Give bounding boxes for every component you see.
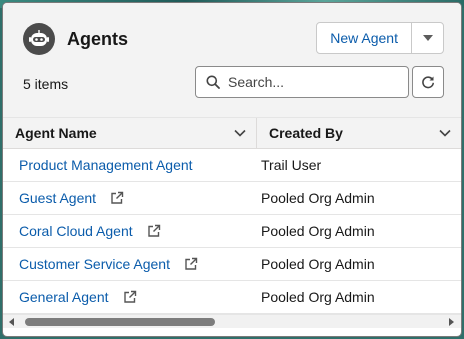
new-agent-button-group: New Agent (316, 22, 444, 54)
column-label: Agent Name (15, 125, 97, 141)
column-header-agent-name[interactable]: Agent Name (3, 118, 257, 148)
agent-name-cell: Coral Cloud Agent (3, 223, 257, 239)
agent-link[interactable]: Coral Cloud Agent (19, 223, 133, 239)
table-row: Product Management Agent Trail User (3, 149, 461, 182)
card-header: Agents 5 items New Agent (3, 3, 461, 121)
agents-table: Agent Name Created By Product Management… (3, 117, 461, 314)
external-link-icon[interactable] (147, 224, 161, 238)
agent-link[interactable]: Customer Service Agent (19, 256, 170, 272)
created-by-cell: Pooled Org Admin (261, 223, 375, 239)
agent-link[interactable]: Guest Agent (19, 190, 96, 206)
table-header: Agent Name Created By (3, 117, 461, 149)
external-link-icon[interactable] (123, 290, 137, 304)
scroll-left-arrow-icon[interactable] (9, 318, 14, 326)
agent-name-cell: Guest Agent (3, 190, 257, 206)
search-icon (206, 75, 220, 89)
table-row: Guest Agent Pooled Org Admin (3, 182, 461, 215)
refresh-icon (422, 76, 434, 89)
table-row: General Agent Pooled Org Admin (3, 281, 461, 314)
column-header-created-by[interactable]: Created By (257, 118, 461, 148)
created-by-cell: Pooled Org Admin (261, 190, 375, 206)
created-by-cell: Pooled Org Admin (261, 289, 375, 305)
scroll-right-arrow-icon[interactable] (449, 318, 454, 326)
refresh-button[interactable] (412, 66, 444, 98)
created-by-cell: Pooled Org Admin (261, 256, 375, 272)
table-row: Customer Service Agent Pooled Org Admin (3, 248, 461, 281)
search-input[interactable] (228, 74, 398, 90)
agent-link[interactable]: General Agent (19, 289, 109, 305)
item-count: 5 items (23, 76, 69, 92)
agents-card: Agents 5 items New Agent Search... Agent… (2, 2, 462, 337)
agent-link[interactable]: Product Management Agent (19, 157, 193, 173)
external-link-icon[interactable] (110, 191, 124, 205)
more-actions-button[interactable] (412, 23, 443, 53)
agent-name-cell: Customer Service Agent (3, 256, 257, 272)
page-title: Agents (67, 29, 129, 49)
agent-name-cell: General Agent (3, 289, 257, 305)
chevron-down-icon[interactable] (439, 129, 451, 137)
created-by-cell: Trail User (261, 157, 322, 173)
chevron-down-icon (422, 35, 433, 41)
horizontal-scrollbar[interactable] (3, 314, 461, 328)
new-agent-button[interactable]: New Agent (317, 23, 413, 53)
table-row: Coral Cloud Agent Pooled Org Admin (3, 215, 461, 248)
agent-name-cell: Product Management Agent (3, 157, 257, 173)
chevron-down-icon[interactable] (234, 129, 246, 137)
scrollbar-thumb[interactable] (25, 318, 215, 326)
agent-robot-icon (23, 23, 55, 55)
column-label: Created By (269, 125, 343, 141)
search-box (195, 66, 409, 98)
external-link-icon[interactable] (184, 257, 198, 271)
